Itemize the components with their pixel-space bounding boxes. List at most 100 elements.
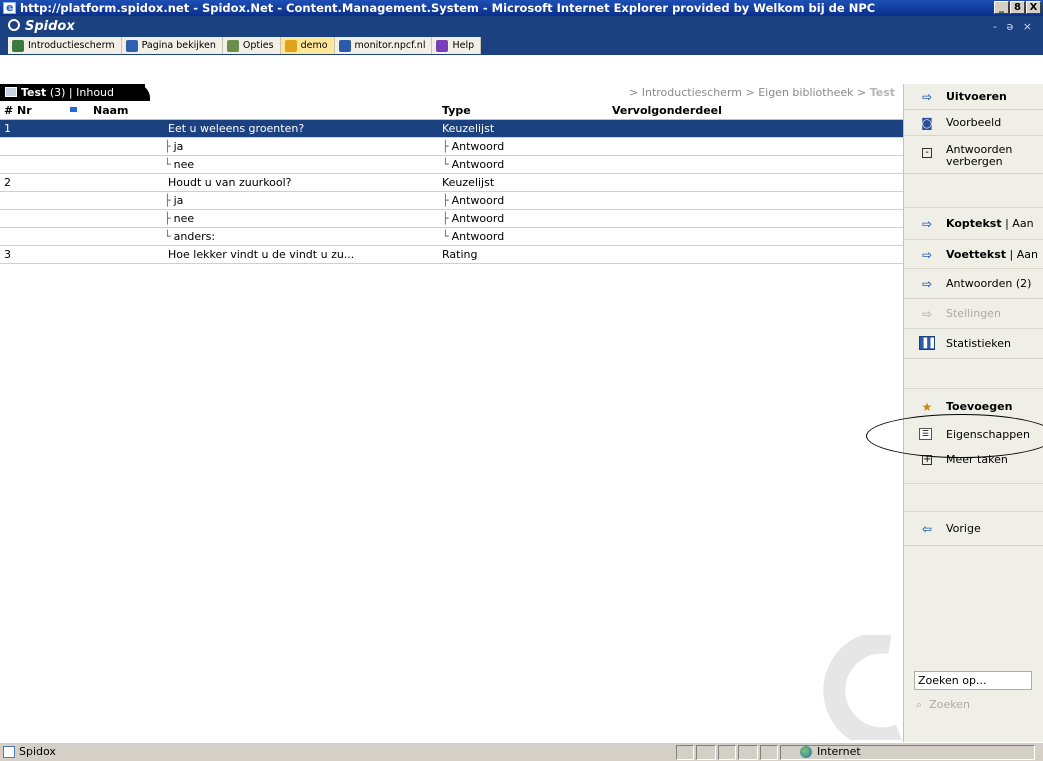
column-type[interactable]: Type [442, 101, 612, 119]
breadcrumb[interactable]: > Introductiescherm > Eigen bibliotheek … [629, 84, 895, 101]
column-vervolgonderdeel[interactable]: Vervolgonderdeel [612, 101, 903, 119]
answer-row[interactable]: ├ ja ├ Antwoord [0, 138, 903, 156]
toolbar: Introductiescherm Pagina bekijken Opties de… [0, 36, 1043, 55]
tab-test-inhoud[interactable]: Test (3) | Inhoud [0, 84, 114, 101]
column-naam[interactable]: Naam [75, 101, 442, 119]
action-antwoorden-verbergen[interactable]: - Antwoorden verbergen [904, 136, 1043, 174]
internet-explorer-icon [3, 0, 16, 16]
row-type-text: Keuzelijst [442, 176, 495, 189]
label-line-2: verbergen [946, 155, 1003, 168]
arrow-right-icon: ⇨ [921, 217, 933, 231]
row-vervolgonderdeel [612, 192, 903, 209]
status-cell [760, 745, 778, 760]
search-input[interactable] [914, 671, 1032, 690]
action-statistieken-label: Statistieken [946, 337, 1011, 350]
row-naam[interactable]: ├ ja [75, 138, 442, 155]
toolbar-item-label: Introductiescherm [28, 40, 115, 51]
tree-connector-icon: ├ [164, 140, 171, 153]
action-voorbeeld-label: Voorbeeld [946, 116, 1002, 129]
row-naam[interactable]: ├ nee [75, 210, 442, 227]
row-type-text: Antwoord [451, 230, 505, 243]
search-button[interactable]: ⌕ Zoeken [916, 698, 970, 712]
breadcrumb-path[interactable]: > Introductiescherm > Eigen bibliotheek … [629, 86, 870, 99]
action-vorige[interactable]: ⇦ Vorige [904, 512, 1043, 546]
row-nr: 3 [4, 248, 11, 261]
row-type: Rating [442, 246, 612, 263]
tree-connector-icon: ├ [442, 212, 449, 225]
toolbar-item-pagina-bekijken[interactable]: Pagina bekijken [122, 37, 223, 54]
toolbar-item-label: monitor.npcf.nl [354, 40, 426, 51]
action-toevoegen[interactable]: ★ Toevoegen [904, 389, 1043, 421]
row-naam[interactable]: └ anders: [75, 228, 442, 245]
question-row[interactable]: 2 Houdt u van zuurkool? Keuzelijst [0, 107, 903, 192]
toolbar-item-introductiescherm[interactable]: Introductiescherm [8, 37, 122, 54]
toolbar-item-opties[interactable]: Opties [223, 37, 281, 54]
action-voorbeeld[interactable]: ◙ Voorbeeld [904, 110, 1043, 136]
tree-connector-icon: └ [164, 158, 171, 171]
tab-section[interactable]: Inhoud [76, 86, 114, 99]
internet-zone-icon [800, 746, 812, 758]
question-icon [70, 107, 77, 112]
toolbar-item-demo[interactable]: demo [280, 37, 335, 54]
arrow-left-icon: ⇦ [921, 522, 933, 536]
status-cell [738, 745, 758, 760]
column-nr[interactable]: # Nr [0, 101, 75, 119]
answer-row[interactable]: └ nee └ Antwoord [0, 156, 903, 174]
question-row[interactable]: 1 Eet u weleens groenten? Keuzelijst [0, 107, 903, 138]
maximize-button[interactable]: 8 [1010, 1, 1025, 14]
toolbar-item-help[interactable]: Help [432, 37, 482, 54]
window-titlebar: http://platform.spidox.net - Spidox.Net … [0, 0, 1043, 16]
row-nr [0, 138, 75, 155]
pane-spacer [904, 174, 1043, 208]
search-button-label: Zoeken [929, 698, 970, 711]
row-naam[interactable]: Houdt u van zuurkool? [75, 174, 442, 191]
row-naam-text: nee [173, 158, 195, 171]
arrow-right-icon: ⇨ [921, 277, 933, 291]
action-koptekst-state: | Aan [1005, 217, 1034, 230]
row-type: ├ Antwoord [442, 138, 612, 155]
row-nr [0, 228, 75, 245]
action-stellingen-label: Stellingen [946, 307, 1001, 320]
row-naam-text: anders: [173, 230, 216, 243]
action-uitvoeren[interactable]: ⇨ Uitvoeren [904, 84, 1043, 110]
row-type: └ Antwoord [442, 156, 612, 173]
action-koptekst[interactable]: ⇨ Koptekst | Aan [904, 208, 1043, 240]
action-antwoorden-verbergen-label: Antwoorden verbergen [946, 144, 1012, 168]
answer-row[interactable]: ├ ja ├ Antwoord [0, 192, 903, 210]
tab-title: Test [21, 86, 47, 99]
action-voettekst[interactable]: ⇨ Voettekst | Aan [904, 240, 1043, 269]
row-vervolgonderdeel [612, 156, 903, 173]
action-stellingen: ⇨ Stellingen [904, 299, 1043, 329]
row-naam[interactable]: Hoe lekker vindt u de vindt u zu... [75, 246, 442, 263]
row-type-text: Antwoord [451, 194, 505, 207]
tree-connector-icon: └ [164, 230, 171, 243]
app-logo: Spidox [8, 19, 75, 34]
action-eigenschappen-label: Eigenschappen [946, 428, 1030, 441]
app-window-controls[interactable]: - ə × [993, 20, 1035, 33]
question-row[interactable]: 3 Hoe lekker vindt u de vindt u zu... Rati… [0, 107, 903, 264]
tree-connector-icon: ├ [164, 194, 171, 207]
pane-spacer-2 [904, 359, 1043, 389]
row-type-text: Rating [442, 248, 478, 261]
action-meer-taken[interactable]: + Meer taken [904, 449, 1043, 484]
tree-connector-icon: └ [442, 158, 449, 171]
answer-row[interactable]: ├ nee ├ Antwoord [0, 210, 903, 228]
gear-icon [226, 39, 239, 52]
arrow-right-icon: ⇨ [921, 307, 933, 321]
arrow-right-icon: ⇨ [921, 248, 933, 262]
status-cell [696, 745, 716, 760]
action-antwoorden[interactable]: ⇨ Antwoorden (2) [904, 269, 1043, 299]
row-naam[interactable]: Eet u weleens groenten? [75, 120, 442, 137]
toolbar-item-monitor-npcf-nl[interactable]: monitor.npcf.nl [335, 37, 433, 54]
action-eigenschappen[interactable]: ☰ Eigenschappen [904, 421, 1043, 449]
row-naam[interactable]: └ nee [75, 156, 442, 173]
answer-row[interactable]: └ anders: └ Antwoord [0, 228, 903, 246]
window-controls: _ 8 X [994, 1, 1041, 14]
minimize-button[interactable]: _ [994, 1, 1009, 14]
row-type-text: Antwoord [451, 158, 505, 171]
row-naam[interactable]: ├ ja [75, 192, 442, 209]
expand-icon: + [922, 454, 932, 465]
close-button[interactable]: X [1026, 1, 1041, 14]
action-statistieken[interactable]: ▐▐ Statistieken [904, 329, 1043, 359]
action-toevoegen-label: Toevoegen [946, 400, 1013, 413]
